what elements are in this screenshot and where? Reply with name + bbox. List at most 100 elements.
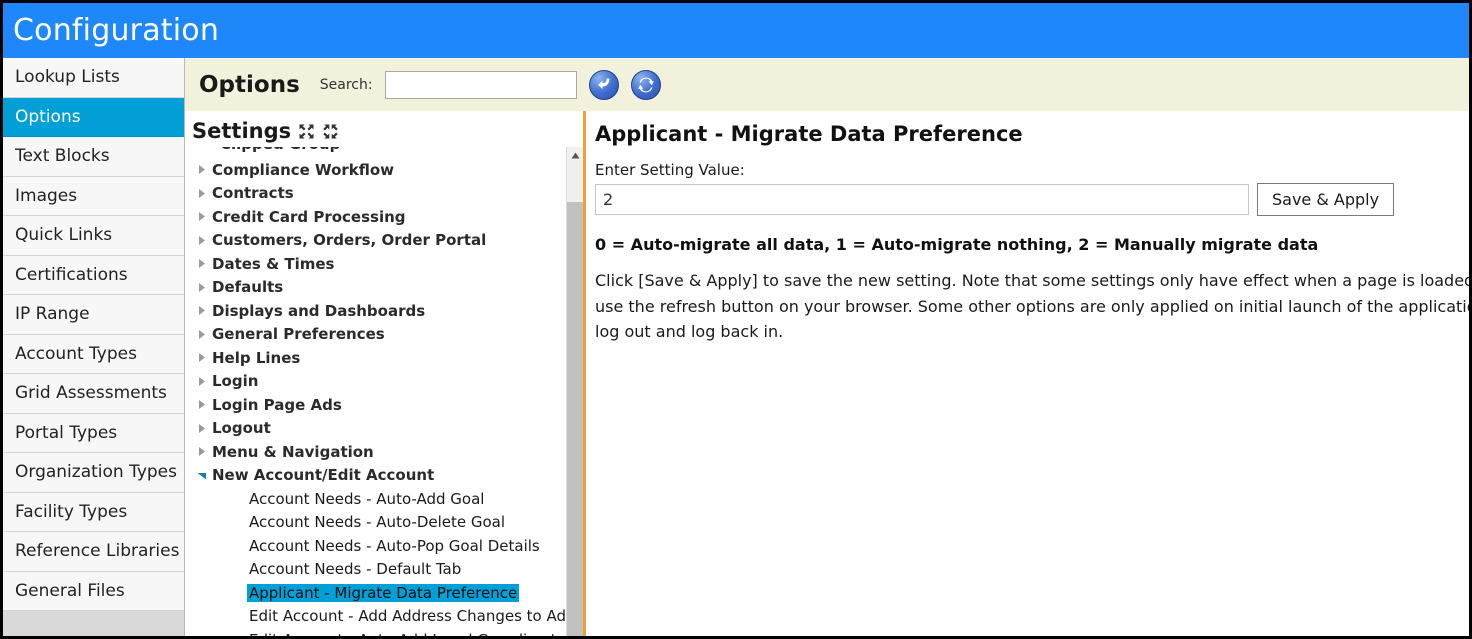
save-and-apply-button[interactable]: Save & Apply [1257,183,1395,216]
chevron-right-icon[interactable] [192,376,212,386]
content-column: Options Search: Settings Compliance Work… [185,58,1469,636]
tree-leaf-edit-account-add-address-changes[interactable]: Edit Account - Add Address Changes to Ad… [192,605,566,629]
window-title-bar: Configuration [3,3,1469,58]
tree-group-label: Login Page Ads [212,395,342,414]
sidebar-item-quick-links[interactable]: Quick Links [3,216,184,256]
setting-value-input[interactable] [595,184,1249,215]
chevron-right-icon[interactable] [192,282,212,292]
tree-leaf-account-needs-auto-pop-goal-details[interactable]: Account Needs - Auto-Pop Goal Details [192,534,566,558]
sidebar-item-label: Lookup Lists [15,67,120,88]
sidebar-item-organization-types[interactable]: Organization Types [3,453,184,493]
sidebar-item-label: Organization Types [15,462,177,483]
sidebar-item-label: Account Types [15,343,137,364]
sidebar-item-images[interactable]: Images [3,176,184,216]
tree-leaf-label: Account Needs - Auto-Pop Goal Details [249,536,540,555]
tree-leaf-label: Edit Account - Auto-Add Legal Guardian t… [247,631,566,636]
tree-clipped-row: Clipped Group [192,147,566,158]
refresh-button[interactable] [630,69,661,100]
tree-group-logout[interactable]: Logout [192,417,566,441]
sidebar-item-label: Images [15,185,78,206]
sidebar-item-label: Certifications [15,264,128,285]
collapse-all-icon[interactable] [322,123,339,140]
tree-group-label: Customers, Orders, Order Portal [212,231,487,250]
sidebar-item-facility-types[interactable]: Facility Types [3,492,184,532]
refresh-icon [637,77,654,92]
tree-group-label: Defaults [212,278,284,297]
sidebar-item-certifications[interactable]: Certifications [3,255,184,295]
sidebar-item-portal-types[interactable]: Portal Types [3,413,184,453]
scroll-up-button[interactable] [567,147,583,164]
tree-leaf-applicant-migrate-data-preference[interactable]: Applicant - Migrate Data Preference [192,581,566,605]
tree-group-label: Login [212,372,259,391]
tree-group-label: Menu & Navigation [212,442,374,461]
expand-all-icon[interactable] [298,123,315,140]
tree-leaf-edit-account-auto-add-legal-guardian[interactable]: Edit Account - Auto-Add Legal Guardian t… [192,628,566,636]
sidebar-item-lookup-lists[interactable]: Lookup Lists [3,58,184,98]
sidebar-item-label: Facility Types [15,501,128,522]
chevron-right-icon[interactable] [192,235,212,245]
chevron-right-icon[interactable] [192,353,212,363]
sidebar-item-account-types[interactable]: Account Types [3,334,184,374]
tree-group-compliance-workflow[interactable]: Compliance Workflow [192,158,566,182]
configuration-window: Configuration Lookup Lists Options Text … [0,0,1472,639]
panel-title: Options [199,71,300,98]
tree-group-credit-card-processing[interactable]: Credit Card Processing [192,205,566,229]
tree-group-label: Displays and Dashboards [212,301,426,320]
tree-group-label: New Account/Edit Account [212,466,435,485]
tree-leaf-account-needs-auto-delete-goal[interactable]: Account Needs - Auto-Delete Goal [192,511,566,535]
tree-group-contracts[interactable]: Contracts [192,182,566,206]
sidebar-item-label: Grid Assessments [15,383,167,404]
sidebar-item-label: Text Blocks [15,146,110,167]
sidebar-item-text-blocks[interactable]: Text Blocks [3,137,184,177]
tree-group-help-lines[interactable]: Help Lines [192,346,566,370]
sidebar-item-label: Options [15,106,81,127]
chevron-right-icon[interactable] [192,165,212,175]
settings-tree-panel: Settings Compliance Workflow Contracts C… [185,111,583,636]
chevron-right-icon[interactable] [192,447,212,457]
tree-group-defaults[interactable]: Defaults [192,276,566,300]
sidebar-item-label: Reference Libraries [15,541,180,562]
chevron-right-icon[interactable] [192,188,212,198]
options-toolbar: Options Search: [185,58,1469,111]
tree-vertical-scrollbar[interactable] [566,147,583,636]
tree-group-label: Credit Card Processing [212,207,406,226]
scrollbar-track-upper[interactable] [567,164,583,202]
tree-group-new-account-edit-account[interactable]: New Account/Edit Account [192,464,566,488]
tree-leaf-account-needs-default-tab[interactable]: Account Needs - Default Tab [192,558,566,582]
sidebar-item-reference-libraries[interactable]: Reference Libraries [3,532,184,572]
setting-legend: 0 = Auto-migrate all data, 1 = Auto-migr… [595,235,1319,254]
sidebar-item-grid-assessments[interactable]: Grid Assessments [3,374,184,414]
chevron-right-icon[interactable] [192,212,212,222]
tree-group-displays-and-dashboards[interactable]: Displays and Dashboards [192,299,566,323]
page-title: Configuration [13,12,220,48]
back-button[interactable] [588,69,619,100]
tree-group-customers-orders-order-portal[interactable]: Customers, Orders, Order Portal [192,229,566,253]
tree-leaf-label: Account Needs - Auto-Add Goal [249,489,485,508]
scrollbar-thumb[interactable] [567,202,583,636]
chevron-right-icon[interactable] [192,306,212,316]
sidebar-item-label: Portal Types [15,422,118,443]
caret-up-icon [571,152,579,159]
sidebar-item-options[interactable]: Options [3,97,184,137]
settings-heading: Settings [192,119,292,143]
tree-group-general-preferences[interactable]: General Preferences [192,323,566,347]
chevron-right-icon[interactable] [192,259,212,269]
tree-group-login[interactable]: Login [192,370,566,394]
tree-group-label: Help Lines [212,348,301,367]
sidebar-item-general-files[interactable]: General Files [3,571,184,611]
tree-group-label: Compliance Workflow [212,160,395,179]
tree-group-dates-times[interactable]: Dates & Times [192,252,566,276]
chevron-down-icon[interactable] [192,471,212,480]
tree-group-login-page-ads[interactable]: Login Page Ads [192,393,566,417]
tree-leaf-account-needs-auto-add-goal[interactable]: Account Needs - Auto-Add Goal [192,487,566,511]
search-input[interactable] [384,70,577,99]
sidebar-item-label: Quick Links [15,225,113,246]
tree-group-menu-navigation[interactable]: Menu & Navigation [192,440,566,464]
tree-group-label: Dates & Times [212,254,335,273]
chevron-right-icon[interactable] [192,329,212,339]
tree-group-label: Contracts [212,184,294,203]
chevron-right-icon[interactable] [192,400,212,410]
chevron-right-icon[interactable] [192,423,212,433]
sidebar-item-ip-range[interactable]: IP Range [3,295,184,335]
tree-group-label: Logout [212,419,271,438]
